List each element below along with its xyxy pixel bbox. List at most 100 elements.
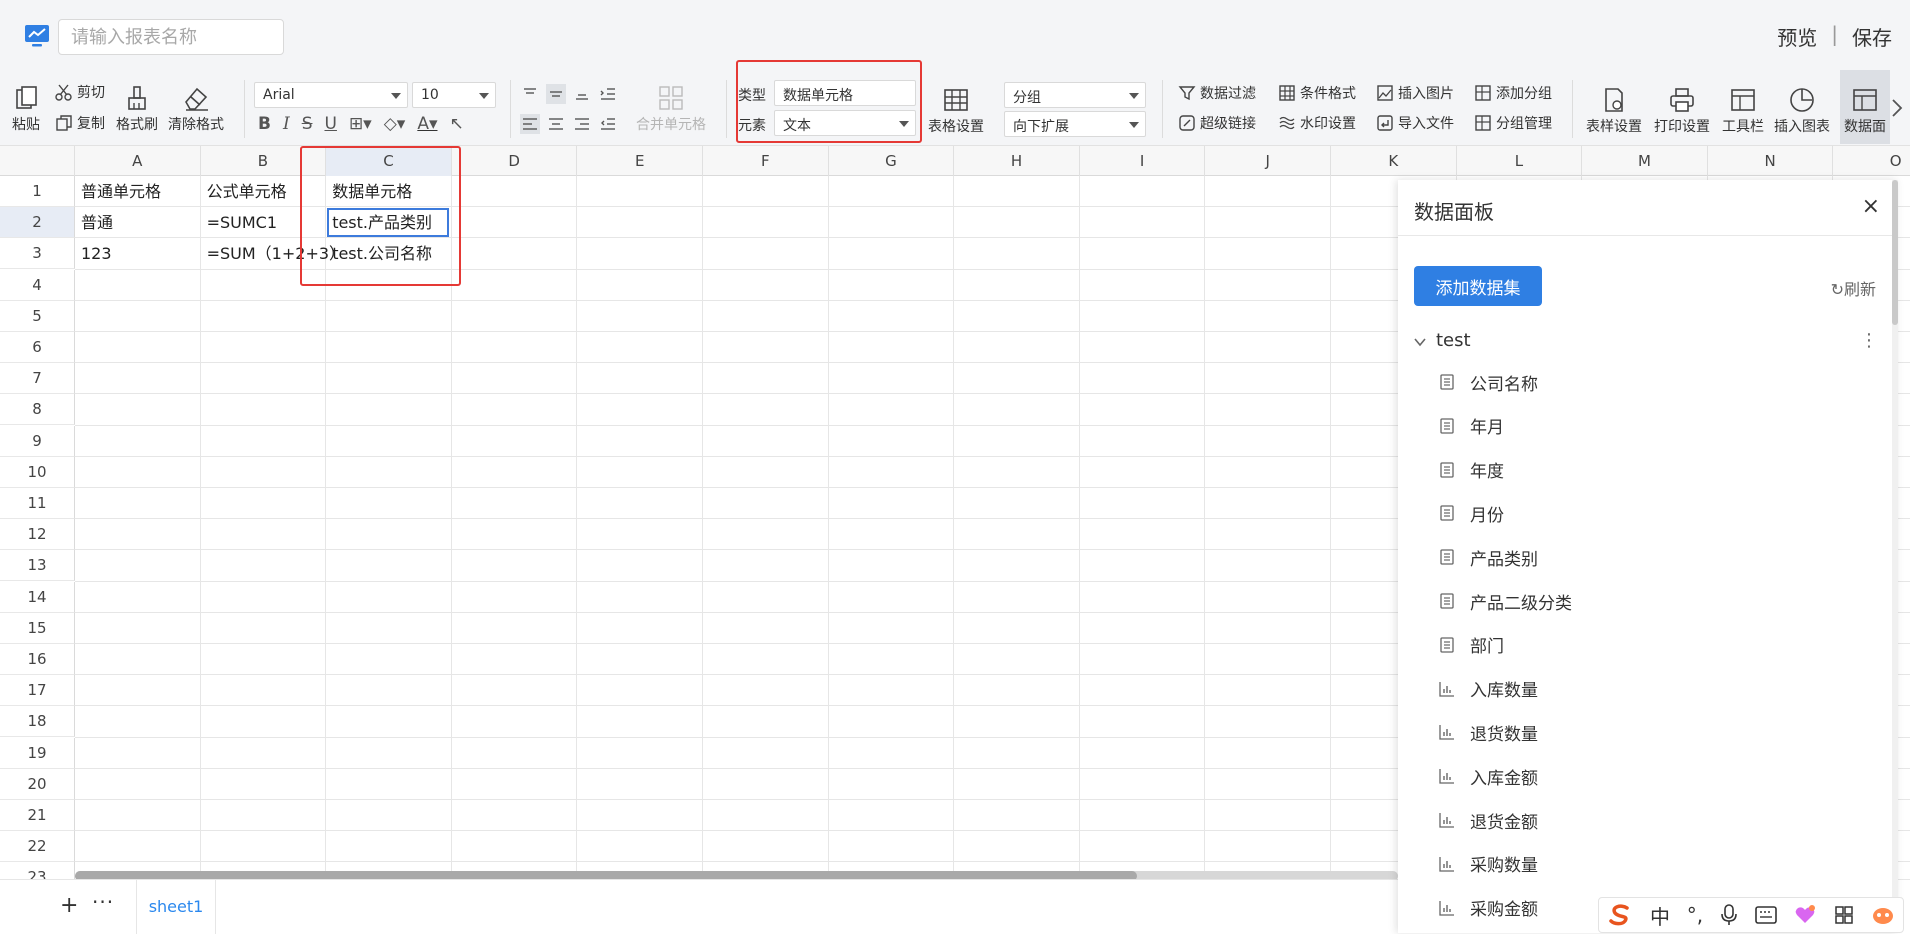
sheet-settings-button[interactable]: 表样设置 bbox=[1586, 86, 1642, 136]
more-vertical-icon[interactable]: ⋮ bbox=[1860, 330, 1878, 351]
print-settings-button[interactable]: 打印设置 bbox=[1654, 86, 1710, 136]
row-header-11[interactable]: 11 bbox=[0, 488, 75, 519]
horizontal-scrollbar[interactable] bbox=[75, 871, 1398, 879]
field-item[interactable]: 年月 bbox=[1438, 411, 1504, 441]
column-header-m[interactable]: M bbox=[1582, 146, 1708, 176]
cell-c3[interactable]: test.公司名称 bbox=[326, 238, 452, 269]
more-sheets-button[interactable]: ··· bbox=[92, 890, 114, 914]
field-item[interactable]: 部门 bbox=[1438, 630, 1504, 660]
table-settings-button[interactable]: 表格设置 bbox=[928, 86, 984, 136]
cell-c2[interactable]: test.产品类别 bbox=[326, 207, 452, 238]
dataset-header[interactable]: test ⋮ bbox=[1414, 330, 1884, 356]
import-file-button[interactable]: 导入文件 bbox=[1376, 113, 1454, 133]
row-header-8[interactable]: 8 bbox=[0, 394, 75, 426]
column-header-o[interactable]: O bbox=[1833, 146, 1910, 176]
column-header-d[interactable]: D bbox=[452, 146, 578, 176]
cell-b1[interactable]: 公式单元格 bbox=[201, 176, 327, 207]
row-header-9[interactable]: 9 bbox=[0, 425, 75, 457]
hyperlink-button[interactable]: 超级链接 bbox=[1178, 113, 1256, 133]
indent-decrease-icon[interactable] bbox=[598, 114, 618, 134]
row-header-7[interactable]: 7 bbox=[0, 363, 75, 395]
field-item[interactable]: 退货金额 bbox=[1438, 805, 1538, 835]
paste-button[interactable]: 粘贴 bbox=[12, 84, 40, 134]
align-left-icon[interactable] bbox=[520, 114, 540, 134]
column-header-f[interactable]: F bbox=[703, 146, 829, 176]
align-bottom-icon[interactable] bbox=[572, 84, 592, 104]
row-header-5[interactable]: 5 bbox=[0, 300, 75, 332]
report-name-input[interactable] bbox=[58, 19, 284, 55]
skin-icon[interactable] bbox=[1793, 903, 1817, 927]
chevron-right-icon[interactable] bbox=[1890, 98, 1904, 118]
group-select[interactable]: 分组 bbox=[1004, 82, 1146, 108]
ime-punct-toggle[interactable]: °, bbox=[1687, 903, 1703, 927]
sheet-tab[interactable]: sheet1 bbox=[136, 880, 216, 934]
row-header-2[interactable]: 2 bbox=[0, 207, 75, 239]
italic-icon[interactable]: I bbox=[283, 114, 290, 134]
row-header-1[interactable]: 1 bbox=[0, 176, 75, 207]
field-item[interactable]: 公司名称 bbox=[1438, 367, 1538, 397]
panel-scrollbar[interactable] bbox=[1892, 180, 1898, 933]
strikethrough-icon[interactable]: S bbox=[302, 114, 313, 134]
column-header-g[interactable]: G bbox=[829, 146, 955, 176]
field-item[interactable]: 入库数量 bbox=[1438, 674, 1538, 704]
data-filter-button[interactable]: 数据过滤 bbox=[1178, 83, 1256, 103]
column-header-b[interactable]: B bbox=[201, 146, 327, 176]
cell-a1[interactable]: 普通单元格 bbox=[75, 176, 201, 207]
cell-a2[interactable]: 普通 bbox=[75, 207, 201, 238]
sogou-logo-icon[interactable] bbox=[1607, 904, 1633, 926]
font-size-select[interactable]: 10 bbox=[412, 82, 496, 108]
cell-c1[interactable]: 数据单元格 bbox=[326, 176, 452, 207]
row-header-22[interactable]: 22 bbox=[0, 831, 75, 863]
clear-style-icon[interactable]: ↖ bbox=[450, 114, 464, 134]
underline-icon[interactable]: U bbox=[324, 114, 336, 134]
font-color-icon[interactable]: A▾ bbox=[417, 114, 437, 134]
preview-button[interactable]: 预览 bbox=[1777, 22, 1817, 51]
refresh-button[interactable]: ↻刷新 bbox=[1831, 276, 1876, 300]
chevron-down-icon[interactable] bbox=[1414, 336, 1426, 348]
row-header-20[interactable]: 20 bbox=[0, 768, 75, 800]
cell-b2[interactable]: =SUMC1 bbox=[201, 207, 327, 238]
font-family-select[interactable]: Arial bbox=[254, 82, 408, 108]
row-header-14[interactable]: 14 bbox=[0, 581, 75, 613]
column-header-h[interactable]: H bbox=[954, 146, 1080, 176]
border-icon[interactable]: ⊞▾ bbox=[349, 114, 372, 134]
column-header-k[interactable]: K bbox=[1331, 146, 1457, 176]
column-header-i[interactable]: I bbox=[1080, 146, 1206, 176]
align-top-icon[interactable] bbox=[520, 84, 540, 104]
column-header-n[interactable]: N bbox=[1708, 146, 1834, 176]
panel-scrollbar-thumb[interactable] bbox=[1892, 180, 1898, 325]
row-header-17[interactable]: 17 bbox=[0, 675, 75, 707]
cell-b3[interactable]: =SUM（1+2+3） bbox=[201, 238, 345, 269]
merge-cells-button[interactable]: 合并单元格 bbox=[636, 84, 706, 134]
cell-a3[interactable]: 123 bbox=[75, 238, 201, 269]
align-right-icon[interactable] bbox=[572, 114, 592, 134]
field-item[interactable]: 产品二级分类 bbox=[1438, 586, 1572, 616]
format-brush-button[interactable]: 格式刷 bbox=[116, 84, 158, 134]
bold-icon[interactable]: B bbox=[258, 114, 271, 134]
row-header-23[interactable]: 23 bbox=[0, 862, 75, 879]
column-header-c[interactable]: C bbox=[326, 146, 452, 176]
select-all-corner[interactable] bbox=[0, 146, 75, 176]
expand-select[interactable]: 向下扩展 bbox=[1004, 111, 1146, 137]
column-header-j[interactable]: J bbox=[1205, 146, 1331, 176]
row-header-19[interactable]: 19 bbox=[0, 737, 75, 769]
field-item[interactable]: 年度 bbox=[1438, 455, 1504, 485]
save-button[interactable]: 保存 bbox=[1852, 22, 1892, 51]
clear-format-button[interactable]: 清除格式 bbox=[168, 84, 224, 134]
field-item[interactable]: 采购金额 bbox=[1438, 893, 1538, 923]
row-header-21[interactable]: 21 bbox=[0, 800, 75, 831]
conditional-format-button[interactable]: 条件格式 bbox=[1278, 83, 1356, 103]
indent-increase-icon[interactable] bbox=[598, 84, 618, 104]
row-header-15[interactable]: 15 bbox=[0, 612, 75, 644]
column-header-e[interactable]: E bbox=[577, 146, 703, 176]
row-header-12[interactable]: 12 bbox=[0, 519, 75, 551]
copy-button[interactable]: 复制 bbox=[55, 113, 105, 133]
keyboard-icon[interactable] bbox=[1754, 906, 1777, 924]
row-header-13[interactable]: 13 bbox=[0, 550, 75, 582]
add-sheet-button[interactable]: + bbox=[60, 893, 78, 918]
close-icon[interactable]: × bbox=[1862, 194, 1880, 219]
cut-button[interactable]: 剪切 bbox=[55, 82, 105, 102]
toolbar-toggle-button[interactable]: 工具栏 bbox=[1722, 86, 1764, 136]
row-header-18[interactable]: 18 bbox=[0, 706, 75, 738]
watermark-button[interactable]: 水印设置 bbox=[1278, 113, 1356, 133]
